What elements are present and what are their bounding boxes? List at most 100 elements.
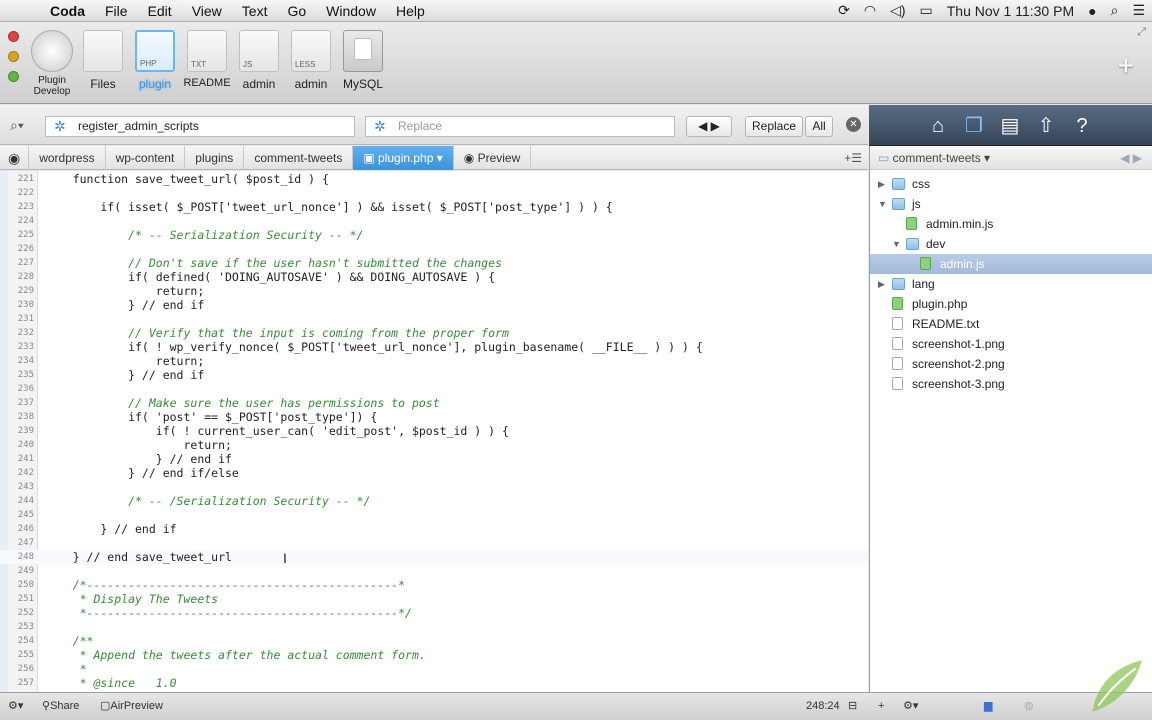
battery-icon[interactable]: ▭ xyxy=(913,2,940,19)
wifi-icon[interactable]: ◠ xyxy=(857,2,883,19)
disclosure-closed-icon[interactable]: ▶ xyxy=(878,274,885,294)
code-line[interactable]: 255 * Append the tweets after the actual… xyxy=(0,648,868,662)
code-line[interactable]: 228 if( defined( 'DOING_AUTOSAVE' ) && D… xyxy=(0,270,868,284)
menu-view[interactable]: View xyxy=(182,3,232,19)
code-line[interactable]: 241 } // end if xyxy=(0,452,868,466)
folder-item[interactable]: ▼ js xyxy=(870,194,1152,214)
disclosure-open-icon[interactable]: ▼ xyxy=(892,234,901,254)
folder-item[interactable]: ▼ dev xyxy=(870,234,1152,254)
code-line[interactable]: 223 if( isset( $_POST['tweet_url_nonce']… xyxy=(0,200,868,214)
code-editor[interactable]: 221 function save_tweet_url( $post_id ) … xyxy=(0,171,868,692)
replace-button[interactable]: Replace xyxy=(745,116,803,137)
code-line[interactable]: 254 /** xyxy=(0,634,868,648)
sidebar-root[interactable]: ▭ comment-tweets ▾ ◀ ▶ xyxy=(870,146,1152,170)
add-tab-icon[interactable]: + xyxy=(1118,50,1134,82)
fullscreen-icon[interactable]: ⤢ xyxy=(1137,26,1146,39)
menu-file[interactable]: File xyxy=(95,3,138,19)
find-input[interactable]: ✲ register_admin_scripts xyxy=(45,116,355,137)
code-line[interactable]: 247 xyxy=(0,536,868,550)
code-line[interactable]: 245 xyxy=(0,508,868,522)
code-line[interactable]: 257 * @since 1.0 xyxy=(0,676,868,690)
split-menu-icon[interactable]: +☰ xyxy=(844,151,868,165)
code-line[interactable]: 235 } // end if xyxy=(0,368,868,382)
disclosure-closed-icon[interactable]: ▶ xyxy=(878,174,885,194)
tab-plugin[interactable]: PHP plugin xyxy=(129,30,181,91)
code-line[interactable]: 222 xyxy=(0,186,868,200)
home-icon[interactable]: ⌂ xyxy=(925,113,951,139)
code-line[interactable]: 236 xyxy=(0,382,868,396)
close-icon[interactable]: ✕ xyxy=(846,117,861,132)
add-file-icon[interactable]: + xyxy=(878,693,884,719)
close-window-icon[interactable] xyxy=(8,31,19,42)
preview-button[interactable]: ◉ Preview xyxy=(454,145,532,170)
menu-window[interactable]: Window xyxy=(316,3,386,19)
menu-help[interactable]: Help xyxy=(386,3,435,19)
code-line[interactable]: 246 } // end if xyxy=(0,522,868,536)
code-line[interactable]: 250 /*----------------------------------… xyxy=(0,578,868,592)
replace-all-button[interactable]: All xyxy=(805,116,833,137)
code-line[interactable]: 242 } // end if/else xyxy=(0,466,868,480)
file-item[interactable]: screenshot-3.png xyxy=(870,374,1152,394)
crumb-comment-tweets[interactable]: comment-tweets xyxy=(244,145,354,170)
volume-icon[interactable]: ◁) xyxy=(883,2,912,19)
tab-readme[interactable]: TXT README xyxy=(181,30,233,89)
code-line[interactable]: 237 // Make sure the user has permission… xyxy=(0,396,868,410)
site-plugin-develop[interactable]: Plugin Develop xyxy=(26,30,78,97)
help-icon[interactable]: ? xyxy=(1069,113,1095,139)
code-line[interactable]: 251 * Display The Tweets xyxy=(0,592,868,606)
menu-text[interactable]: Text xyxy=(232,3,278,19)
code-line[interactable]: 226 xyxy=(0,242,868,256)
code-line[interactable]: 227 // Don't save if the user hasn't sub… xyxy=(0,256,868,270)
file-item[interactable]: plugin.php xyxy=(870,294,1152,314)
tab-admin-js[interactable]: JS admin xyxy=(233,30,285,91)
search-icon[interactable]: ⌕▾ xyxy=(10,117,24,134)
airpreview-button[interactable]: ▢ AirPreview xyxy=(100,693,163,719)
code-line[interactable]: 230 } // end if xyxy=(0,298,868,312)
code-line[interactable]: 238 if( 'post' == $_POST['post_type']) { xyxy=(0,410,868,424)
file-item[interactable]: README.txt xyxy=(870,314,1152,334)
file-item[interactable]: admin.js xyxy=(870,254,1152,274)
code-line[interactable]: 248 } // end save_tweet_url xyxy=(0,550,868,564)
code-line[interactable]: 233 if( ! wp_verify_nonce( $_POST['tweet… xyxy=(0,340,868,354)
replace-input[interactable]: ✲ Replace xyxy=(365,116,675,137)
action-gear-icon[interactable]: ⚙▾ xyxy=(903,693,918,719)
file-item[interactable]: admin.min.js xyxy=(870,214,1152,234)
split-view-icon[interactable]: ▆ xyxy=(984,693,992,719)
nav-arrows-icon[interactable]: ◀ ▶ xyxy=(1120,146,1142,170)
crumb-wordpress[interactable]: wordpress xyxy=(29,145,106,170)
code-line[interactable]: 240 return; xyxy=(0,438,868,452)
code-line[interactable]: 225 /* -- Serialization Security -- */ xyxy=(0,228,868,242)
sync-status-icon[interactable]: ◍ xyxy=(1024,693,1034,719)
code-line[interactable]: 253 xyxy=(0,620,868,634)
tab-mysql[interactable]: MySQL xyxy=(337,30,389,91)
menu-go[interactable]: Go xyxy=(277,3,316,19)
code-line[interactable]: 231 xyxy=(0,312,868,326)
crumb-wp-content[interactable]: wp-content xyxy=(106,145,186,170)
list-icon[interactable]: ☰ xyxy=(1125,2,1152,19)
code-line[interactable]: 249 xyxy=(0,564,868,578)
code-line[interactable]: 224 xyxy=(0,214,868,228)
code-line[interactable]: 234 return; xyxy=(0,354,868,368)
sync-icon[interactable]: ⟳ xyxy=(831,2,857,19)
code-line[interactable]: 243 xyxy=(0,480,868,494)
eye-menu-icon[interactable]: ◉ xyxy=(0,145,30,170)
folder-item[interactable]: ▶ lang xyxy=(870,274,1152,294)
disclosure-open-icon[interactable]: ▼ xyxy=(878,194,887,214)
tab-files[interactable]: Files xyxy=(77,30,129,91)
folder-item[interactable]: ▶ css xyxy=(870,174,1152,194)
tab-admin-less[interactable]: LESS admin xyxy=(285,30,337,91)
minimize-window-icon[interactable] xyxy=(8,51,19,62)
user-icon[interactable]: ● xyxy=(1081,3,1103,19)
find-prev-next[interactable]: ◀ ▶ xyxy=(686,116,732,137)
spotlight-icon[interactable]: ⌕ xyxy=(1104,2,1126,19)
menu-app[interactable]: Coda xyxy=(40,3,95,19)
share-button[interactable]: ⚲ Share xyxy=(42,693,79,719)
code-line[interactable]: 232 // Verify that the input is coming f… xyxy=(0,326,868,340)
code-line[interactable]: 244 /* -- /Serialization Security -- */ xyxy=(0,494,868,508)
code-line[interactable]: 256 * xyxy=(0,662,868,676)
crumb-plugins[interactable]: plugins xyxy=(185,145,245,170)
file-item[interactable]: screenshot-2.png xyxy=(870,354,1152,374)
code-line[interactable]: 252 *-----------------------------------… xyxy=(0,606,868,620)
gear-icon[interactable]: ⚙▾ xyxy=(8,693,23,719)
zoom-window-icon[interactable] xyxy=(8,71,19,82)
